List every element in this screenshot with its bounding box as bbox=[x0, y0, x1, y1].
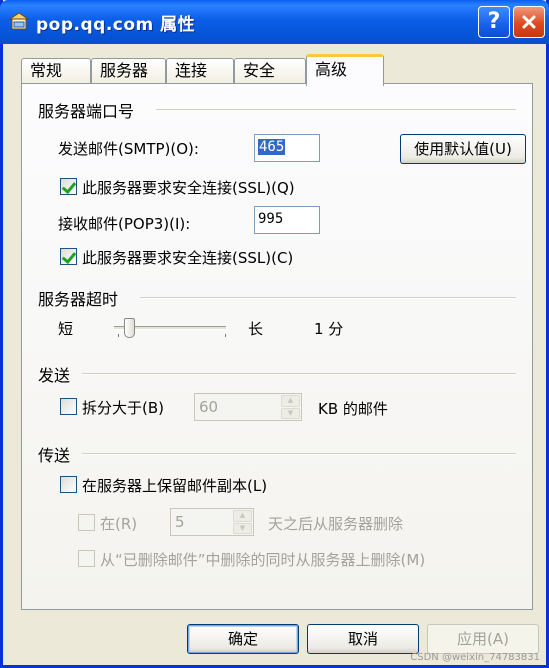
section-divider bbox=[82, 453, 516, 455]
watermark: CSDN @weixin_74783831 bbox=[410, 652, 540, 663]
split-size-unit: KB 的邮件 bbox=[318, 400, 388, 418]
keep-copy-label: 在服务器上保留邮件副本(L) bbox=[82, 477, 268, 495]
remove-after-checkbox[interactable] bbox=[78, 514, 95, 531]
slider-tick bbox=[225, 334, 226, 337]
apply-button[interactable]: 应用(A) bbox=[427, 624, 539, 654]
smtp-ssl-label: 此服务器要求安全连接(SSL)(Q) bbox=[82, 179, 295, 197]
smtp-port-label: 发送邮件(SMTP)(O): bbox=[58, 140, 199, 158]
pop3-port-input[interactable]: 995 bbox=[254, 206, 320, 234]
tab-label: 服务器 bbox=[100, 61, 149, 80]
keep-copy-checkbox[interactable] bbox=[60, 476, 77, 493]
help-button[interactable]: ? bbox=[478, 6, 510, 38]
tab-servers[interactable]: 服务器 bbox=[91, 58, 166, 84]
section-divider bbox=[82, 373, 516, 375]
timeout-value-label: 1 分 bbox=[314, 320, 344, 338]
remove-after-label: 在(R) bbox=[100, 515, 138, 533]
timeout-short-label: 短 bbox=[58, 320, 74, 338]
sending-section-title: 发送 bbox=[38, 366, 71, 385]
tab-label: 常规 bbox=[30, 61, 63, 80]
help-icon: ? bbox=[487, 9, 501, 34]
use-defaults-button[interactable]: 使用默认值(U) bbox=[400, 134, 526, 164]
title-bar[interactable]: pop.qq.com 属性 ? bbox=[0, 0, 549, 44]
remove-after-stepper[interactable]: 5 ▲ ▼ bbox=[170, 508, 254, 536]
split-size-value: 60 bbox=[199, 398, 219, 416]
ok-button[interactable]: 确定 bbox=[187, 624, 299, 654]
remove-deleted-checkbox[interactable] bbox=[78, 550, 95, 567]
smtp-port-input[interactable]: 465 bbox=[254, 134, 320, 162]
smtp-ssl-checkbox[interactable] bbox=[60, 178, 77, 195]
split-messages-checkbox[interactable] bbox=[60, 398, 77, 415]
stepper-up-icon[interactable]: ▲ bbox=[233, 510, 252, 522]
section-divider bbox=[140, 297, 516, 299]
tab-advanced[interactable]: 高级 bbox=[306, 54, 384, 86]
tab-label: 连接 bbox=[175, 61, 208, 80]
timeout-section-title: 服务器超时 bbox=[38, 290, 119, 309]
tab-label: 安全 bbox=[243, 61, 276, 80]
slider-thumb[interactable] bbox=[124, 318, 136, 338]
ports-section-title: 服务器端口号 bbox=[38, 102, 135, 121]
stepper-down-icon[interactable]: ▼ bbox=[233, 522, 252, 534]
tab-general[interactable]: 常规 bbox=[21, 58, 91, 84]
remove-after-value: 5 bbox=[175, 513, 185, 531]
pop3-ssl-label: 此服务器要求安全连接(SSL)(C) bbox=[82, 249, 294, 267]
pop3-ssl-checkbox[interactable] bbox=[60, 248, 77, 265]
window-title: pop.qq.com 属性 bbox=[36, 15, 196, 35]
stepper-down-icon[interactable]: ▼ bbox=[281, 407, 300, 419]
delivery-section-title: 传送 bbox=[38, 446, 71, 465]
close-icon bbox=[522, 15, 536, 29]
account-icon bbox=[8, 12, 30, 30]
pop3-port-value: 995 bbox=[258, 211, 284, 227]
stepper-buttons: ▲ ▼ bbox=[281, 395, 300, 419]
section-divider bbox=[156, 109, 516, 111]
slider-tick bbox=[118, 334, 119, 337]
tab-label: 高级 bbox=[315, 60, 348, 79]
timeout-long-label: 长 bbox=[248, 320, 264, 338]
split-messages-label: 拆分大于(B) bbox=[82, 399, 164, 417]
split-size-stepper[interactable]: 60 ▲ ▼ bbox=[194, 393, 302, 421]
stepper-buttons: ▲ ▼ bbox=[233, 510, 252, 534]
remove-after-unit: 天之后从服务器删除 bbox=[268, 515, 404, 533]
close-button[interactable] bbox=[513, 6, 545, 38]
stepper-up-icon[interactable]: ▲ bbox=[281, 395, 300, 407]
smtp-port-value: 465 bbox=[258, 139, 286, 155]
remove-deleted-label: 从“已删除邮件”中删除的同时从服务器上删除(M) bbox=[100, 551, 426, 569]
tab-connection[interactable]: 连接 bbox=[166, 58, 234, 84]
properties-dialog: pop.qq.com 属性 ? 常规 服务器 连接 安全 高级 服务器端口号 发… bbox=[0, 0, 549, 668]
pop3-port-label: 接收邮件(POP3)(I): bbox=[58, 215, 191, 233]
advanced-panel: 服务器端口号 发送邮件(SMTP)(O): 465 使用默认值(U) 此服务器要… bbox=[21, 83, 533, 610]
tab-security[interactable]: 安全 bbox=[234, 58, 306, 84]
cancel-button[interactable]: 取消 bbox=[307, 624, 419, 654]
